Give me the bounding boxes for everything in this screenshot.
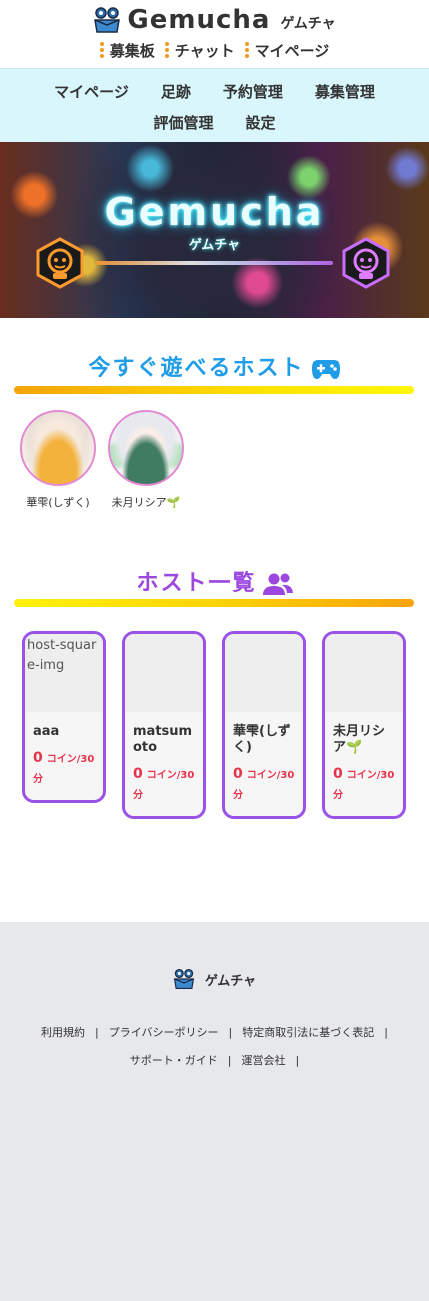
nav-item-mypage[interactable]: マイページ	[54, 81, 129, 102]
nav-item-reservations[interactable]: 予約管理	[223, 81, 283, 102]
dots-icon	[244, 42, 249, 58]
top-links: 募集板 チャット マイページ	[0, 38, 429, 62]
headset-robot-icon	[36, 237, 84, 289]
logo-text: Gemucha	[127, 5, 271, 35]
price-value: 0	[133, 766, 143, 782]
host-card-name: 未月リシア🌱	[333, 724, 386, 755]
host-cards: host-square-img aaa 0 コイン/30分 matsumoto 0…	[22, 631, 408, 831]
host-list-title: ホスト一覧	[0, 565, 429, 597]
top-link-label: 募集板	[109, 41, 155, 60]
host-card-price: 0 コイン/30分	[25, 740, 103, 800]
section-underline	[14, 599, 414, 607]
frog-logo-icon	[94, 7, 121, 33]
top-link-label: チャット	[174, 41, 235, 60]
host-card-name: aaa	[33, 724, 60, 739]
footer-link-terms[interactable]: 利用規約	[41, 1024, 85, 1040]
dots-icon	[164, 42, 169, 58]
frog-logo-icon	[173, 968, 194, 990]
top-link-chat[interactable]: チャット	[164, 40, 235, 61]
dots-icon	[99, 42, 104, 58]
available-hosts-list: 華雫(しずく) 未月リシア🌱	[20, 410, 184, 510]
host-image: host-square-img	[25, 634, 103, 712]
host-card-name: 華雫(しずく)	[233, 724, 291, 755]
site-header: Gemucha ゲムチャ 募集板 チャット マイページ	[0, 0, 429, 68]
gamepad-icon	[311, 360, 340, 379]
nav-row: 評価管理 設定	[0, 112, 429, 133]
host-card[interactable]: host-square-img aaa 0 コイン/30分	[22, 631, 106, 803]
banner-title: Gemucha	[104, 190, 325, 234]
site-footer: ゲムチャ 利用規約 | プライバシーポリシー | 特定商取引法に基づく表記 | サポート・…	[0, 922, 429, 1301]
host-avatar	[20, 410, 96, 486]
host-card-price: 0 コイン/30分	[225, 756, 303, 816]
footer-link-commerce-law[interactable]: 特定商取引法に基づく表記	[242, 1024, 374, 1040]
users-icon	[262, 573, 293, 595]
host-card-price: 0 コイン/30分	[325, 756, 403, 816]
top-link-label: マイページ	[254, 41, 330, 60]
footer-logo-text: ゲムチャ	[204, 973, 257, 989]
section-title-text: 今すぐ遊べるホスト	[88, 356, 305, 381]
image-alt-text: host-square-img	[27, 638, 97, 673]
footer-logo[interactable]: ゲムチャ	[0, 968, 429, 990]
host-card[interactable]: matsumoto 0 コイン/30分	[122, 631, 206, 819]
separator: |	[95, 1026, 99, 1039]
logo-kana: ゲムチャ	[280, 16, 336, 32]
nav-item-reviews[interactable]: 評価管理	[153, 112, 213, 133]
host-card[interactable]: 華雫(しずく) 0 コイン/30分	[222, 631, 306, 819]
host-card-name: matsumoto	[133, 724, 193, 755]
separator: |	[295, 1054, 300, 1067]
banner-divider	[96, 261, 333, 265]
footer-link-support[interactable]: サポート・ガイド	[130, 1052, 218, 1068]
host-name: 華雫(しずく)	[26, 496, 90, 509]
available-host-item[interactable]: 未月リシア🌱	[108, 410, 184, 510]
nav-row: マイページ 足跡 予約管理 募集管理	[0, 81, 429, 102]
host-image	[325, 634, 403, 712]
top-link-board[interactable]: 募集板	[99, 40, 155, 61]
nav-item-footprints[interactable]: 足跡	[161, 81, 191, 102]
host-image	[225, 634, 303, 712]
section-underline	[14, 386, 414, 394]
price-value: 0	[333, 766, 343, 782]
top-link-mypage[interactable]: マイページ	[244, 40, 330, 61]
host-card-price: 0 コイン/30分	[125, 756, 203, 816]
nav-item-recruitment[interactable]: 募集管理	[315, 81, 375, 102]
nav-item-settings[interactable]: 設定	[246, 112, 276, 133]
footer-links-row: 利用規約 | プライバシーポリシー | 特定商取引法に基づく表記 |	[0, 1024, 429, 1040]
host-avatar	[108, 410, 184, 486]
separator: |	[227, 1054, 232, 1067]
site-logo[interactable]: Gemucha ゲムチャ	[0, 5, 429, 35]
headset-robot-icon	[342, 237, 390, 289]
main-nav: マイページ 足跡 予約管理 募集管理 評価管理 設定	[0, 68, 429, 142]
section-title-text: ホスト一覧	[136, 571, 257, 596]
host-name: 未月リシア🌱	[111, 496, 181, 509]
footer-link-privacy[interactable]: プライバシーポリシー	[109, 1024, 219, 1040]
price-value: 0	[33, 750, 43, 766]
available-hosts-title: 今すぐ遊べるホスト	[0, 350, 429, 382]
price-value: 0	[233, 766, 243, 782]
host-card[interactable]: 未月リシア🌱 0 コイン/30分	[322, 631, 406, 819]
available-host-item[interactable]: 華雫(しずく)	[20, 410, 96, 510]
separator: |	[228, 1026, 233, 1039]
footer-link-company[interactable]: 運営会社	[242, 1052, 286, 1068]
hero-banner: Gemucha ゲムチャ	[0, 142, 429, 318]
separator: |	[384, 1026, 388, 1039]
host-image	[125, 634, 203, 712]
footer-links-row: サポート・ガイド | 運営会社 |	[0, 1052, 429, 1068]
